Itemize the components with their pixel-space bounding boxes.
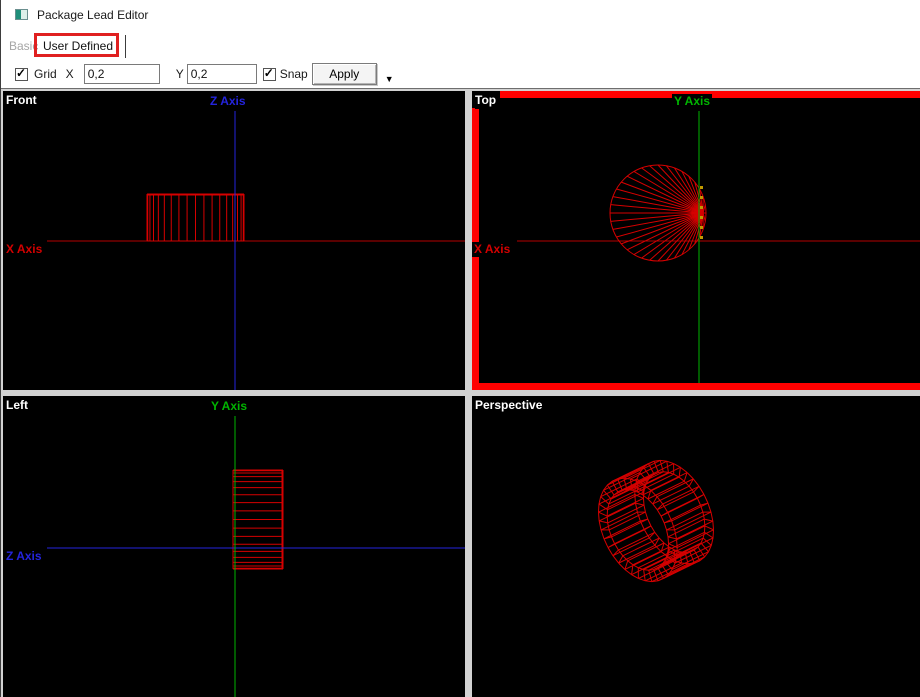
grid-y-input[interactable] bbox=[187, 64, 257, 84]
grid-label: Grid bbox=[34, 67, 57, 81]
perspective-canvas bbox=[472, 396, 920, 697]
viewport-left[interactable]: Left Y Axis Z Axis bbox=[3, 396, 465, 697]
window-title: Package Lead Editor bbox=[37, 8, 148, 22]
active-border-bottom bbox=[472, 383, 920, 390]
annotation-highlight-rect bbox=[34, 33, 119, 57]
apply-button[interactable]: Apply bbox=[312, 63, 377, 85]
left-canvas bbox=[3, 396, 465, 697]
left-y-axis-label: Y Axis bbox=[209, 399, 249, 414]
dropdown-arrow-icon[interactable]: ▼ bbox=[385, 75, 394, 84]
checkmark-icon: ✓ bbox=[264, 66, 274, 80]
viewport-perspective-title: Perspective bbox=[475, 398, 546, 414]
viewport-front-title: Front bbox=[6, 93, 41, 109]
top-y-axis-label: Y Axis bbox=[672, 94, 712, 109]
grid-checkbox[interactable]: ✓ bbox=[15, 68, 28, 81]
viewport-left-title: Left bbox=[6, 398, 32, 414]
tab-separator bbox=[125, 35, 126, 58]
top-x-axis-label: X Axis bbox=[472, 242, 512, 257]
title-bar: Package Lead Editor bbox=[1, 0, 920, 32]
x-label: X bbox=[66, 67, 74, 81]
viewport-front[interactable]: Front Z Axis X Axis bbox=[3, 91, 465, 390]
snap-label: Snap bbox=[280, 67, 308, 81]
viewport-grid: Front Z Axis X Axis Top Y Axis X Axis Le… bbox=[1, 88, 920, 697]
checkmark-icon: ✓ bbox=[16, 66, 26, 80]
viewport-top[interactable]: Top Y Axis X Axis bbox=[472, 91, 920, 390]
grid-x-input[interactable] bbox=[84, 64, 160, 84]
toolbar: ✓ Grid X Y ✓ Snap Apply ▼ bbox=[1, 60, 920, 88]
front-canvas bbox=[3, 91, 465, 390]
left-z-axis-label: Z Axis bbox=[4, 549, 44, 564]
front-z-axis-label: Z Axis bbox=[208, 94, 248, 109]
y-label: Y bbox=[176, 67, 184, 81]
snap-checkbox[interactable]: ✓ bbox=[263, 68, 276, 81]
package-lead-editor-window: Package Lead Editor Basic User Defined ✓… bbox=[0, 0, 920, 697]
top-canvas bbox=[472, 91, 920, 390]
front-x-axis-label: X Axis bbox=[4, 242, 44, 257]
viewport-perspective[interactable]: Perspective bbox=[472, 396, 920, 697]
app-icon bbox=[15, 9, 28, 20]
tab-bar: Basic User Defined bbox=[1, 32, 920, 60]
viewport-top-title: Top bbox=[475, 93, 500, 109]
